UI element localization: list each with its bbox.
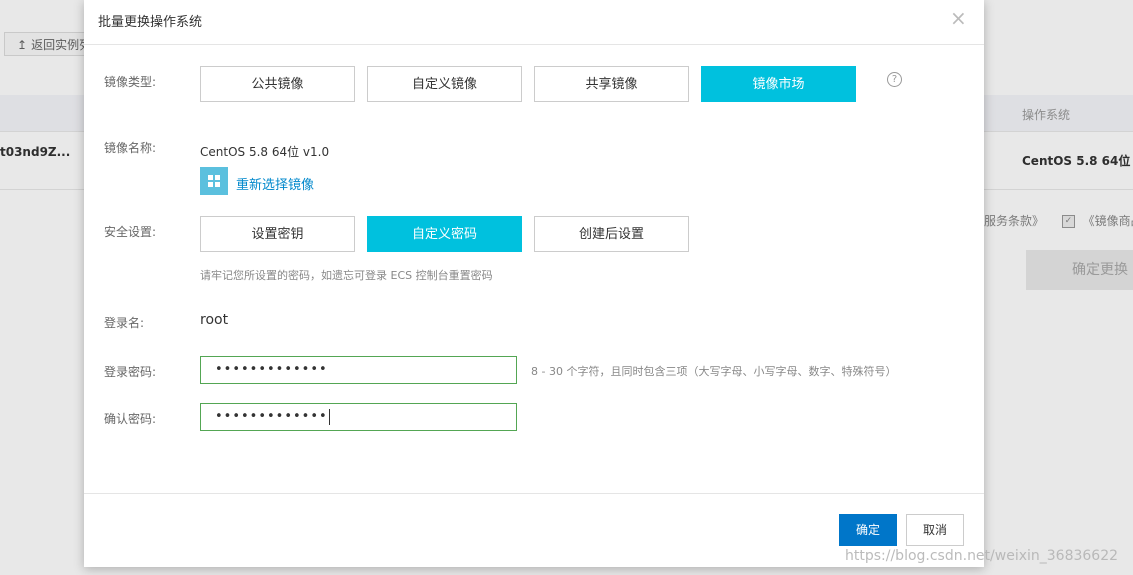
- image-type-custom-button[interactable]: 自定义镜像: [367, 66, 522, 102]
- ok-button[interactable]: 确定: [839, 514, 897, 546]
- reselect-image-link[interactable]: 重新选择镜像: [236, 174, 314, 193]
- image-type-shared-button[interactable]: 共享镜像: [534, 66, 689, 102]
- password-field[interactable]: •••••••••••••: [200, 356, 517, 384]
- watermark: https://blog.csdn.net/weixin_36836622: [845, 548, 1119, 564]
- password-value: •••••••••••••: [215, 362, 328, 377]
- change-os-dialog: 批量更换操作系统 × 镜像类型: 公共镜像 自定义镜像 共享镜像 镜像市场 ? …: [84, 0, 984, 567]
- security-custom-password-button[interactable]: 自定义密码: [367, 216, 522, 252]
- footer-divider: [84, 493, 984, 494]
- grid-icon[interactable]: [200, 167, 228, 195]
- dialog-title: 批量更换操作系统: [98, 15, 203, 30]
- text-caret: [328, 408, 330, 425]
- confirm-password-value: •••••••••••••: [215, 409, 328, 424]
- login-name-value: root: [200, 312, 229, 328]
- image-type-marketplace-button[interactable]: 镜像市场: [701, 66, 856, 102]
- close-icon[interactable]: ×: [950, 8, 967, 28]
- header-divider: [84, 44, 984, 45]
- image-type-public-button[interactable]: 公共镜像: [200, 66, 355, 102]
- security-key-pair-button[interactable]: 设置密钥: [200, 216, 355, 252]
- security-settings-label: 安全设置:: [104, 225, 157, 239]
- cancel-button[interactable]: 取消: [906, 514, 964, 546]
- password-hint: 8 - 30 个字符，且同时包含三项（大写字母、小写字母、数字、特殊符号）: [531, 365, 897, 378]
- login-name-label: 登录名:: [104, 316, 145, 330]
- confirm-password-label: 确认密码:: [104, 412, 157, 426]
- confirm-password-field[interactable]: •••••••••••••: [200, 403, 517, 431]
- password-label: 登录密码:: [104, 365, 157, 379]
- help-icon[interactable]: ?: [887, 72, 902, 87]
- security-set-later-button[interactable]: 创建后设置: [534, 216, 689, 252]
- image-name-value: CentOS 5.8 64位 v1.0: [200, 145, 330, 159]
- image-type-label: 镜像类型:: [104, 75, 157, 89]
- image-name-label: 镜像名称:: [104, 141, 157, 155]
- security-hint: 请牢记您所设置的密码，如遗忘可登录 ECS 控制台重置密码: [200, 269, 493, 282]
